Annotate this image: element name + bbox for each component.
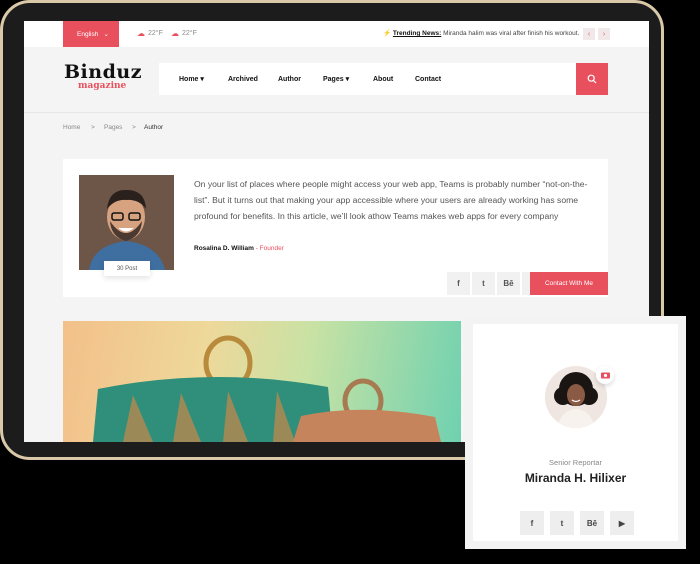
post-count-badge: 30 Post xyxy=(104,261,150,276)
author-bio: On your list of places where people migh… xyxy=(194,179,588,221)
author-photo xyxy=(79,175,174,270)
twitter-icon[interactable]: t xyxy=(550,511,574,535)
weather-widget-1: ☁ 22°F xyxy=(137,29,163,38)
cloud-icon: ☁ xyxy=(137,29,145,38)
language-selector[interactable]: English ⌄ xyxy=(63,21,119,47)
site-logo[interactable]: Binduz magazine xyxy=(64,61,154,92)
breadcrumb-pages[interactable]: Pages xyxy=(104,124,122,131)
breadcrumb-separator: > xyxy=(132,124,136,131)
temperature: 22°F xyxy=(148,30,163,37)
facebook-icon[interactable]: f xyxy=(447,272,470,295)
author-portrait-image xyxy=(79,175,174,270)
nav-item-home[interactable]: Home ▾ xyxy=(179,75,204,83)
site-header: Binduz magazine Home ▾ Archived Author P… xyxy=(24,47,649,113)
trending-label: Trending News: xyxy=(392,30,442,37)
temperature: 22°F xyxy=(182,30,197,37)
main-nav: Home ▾ Archived Author Pages ▾ About Con… xyxy=(159,63,576,95)
nav-item-about[interactable]: About xyxy=(373,76,393,83)
top-bar: English ⌄ ☁ 22°F ☁ 22°F ⚡ Trending News:… xyxy=(24,21,649,47)
nav-item-archived[interactable]: Archived xyxy=(228,76,258,83)
nav-item-author[interactable]: Author xyxy=(278,76,301,83)
author-name: Rosalina D. William - Founder xyxy=(194,245,284,252)
search-button[interactable] xyxy=(576,63,608,95)
chevron-down-icon: ⌄ xyxy=(103,31,109,38)
profile-badge xyxy=(596,366,614,384)
search-icon xyxy=(587,74,597,84)
profile-card: Senior Reportar Miranda H. Hilixer f t B… xyxy=(465,316,686,549)
behance-icon[interactable]: Bē xyxy=(497,272,520,295)
trending-news[interactable]: ⚡ Trending News: Miranda halim was viral… xyxy=(383,29,579,37)
trending-arrows: ‹ › xyxy=(583,28,610,40)
trending-text: Miranda halim was viral after finish his… xyxy=(443,30,580,37)
prev-arrow-button[interactable]: ‹ xyxy=(583,28,595,40)
cloud-icon: ☁ xyxy=(171,29,179,38)
logo-main-text: Binduz xyxy=(64,61,142,83)
breadcrumb-home[interactable]: Home xyxy=(63,124,80,131)
facebook-icon[interactable]: f xyxy=(520,511,544,535)
breadcrumb-separator: > xyxy=(91,124,95,131)
nav-item-pages[interactable]: Pages ▾ xyxy=(323,75,349,83)
lightning-icon: ⚡ xyxy=(383,30,392,37)
camera-icon xyxy=(600,372,610,378)
logo-sub-text: magazine xyxy=(78,81,127,91)
language-label: English xyxy=(77,30,99,38)
contact-button[interactable]: Contact With Me xyxy=(530,272,608,295)
profile-social-links: f t Bē ▶ xyxy=(520,511,634,535)
profile-role: Senior Reportar xyxy=(549,458,602,467)
youtube-icon[interactable]: ▶ xyxy=(610,511,634,535)
profile-name: Miranda H. Hilixer xyxy=(524,471,627,485)
nav-item-contact[interactable]: Contact xyxy=(415,76,441,83)
behance-icon[interactable]: Bē xyxy=(580,511,604,535)
featured-image[interactable] xyxy=(63,321,461,442)
next-arrow-button[interactable]: › xyxy=(598,28,610,40)
author-card: 30 Post On your list of places where peo… xyxy=(63,159,608,297)
twitter-icon[interactable]: t xyxy=(472,272,495,295)
breadcrumb-author: Author xyxy=(144,124,164,131)
handbag-image xyxy=(93,335,441,442)
author-role: - Founder xyxy=(253,245,284,252)
weather-widget-2: ☁ 22°F xyxy=(171,29,197,38)
